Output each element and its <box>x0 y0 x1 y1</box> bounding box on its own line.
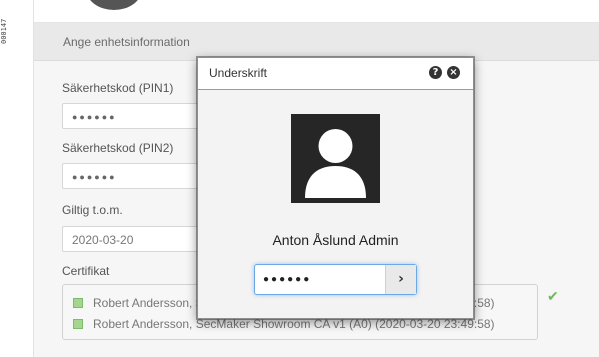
pin1-label: Säkerhetskod (PIN1) <box>62 81 174 95</box>
pin-input[interactable]: ●●●●●● <box>255 265 386 294</box>
close-icon[interactable]: × <box>447 66 460 79</box>
side-tab-label: 000147 <box>0 18 8 44</box>
certificate-label: Certifikat <box>62 264 110 278</box>
pin2-label: Säkerhetskod (PIN2) <box>62 141 174 155</box>
user-name: Anton Åslund Admin <box>272 232 399 248</box>
top-area <box>34 0 599 23</box>
signature-dialog: Underskrift ? × Anton Åslund Admin ●●●●●… <box>197 57 474 319</box>
dialog-header: Underskrift ? × <box>198 58 473 90</box>
submit-button[interactable]: › <box>385 265 416 294</box>
user-silhouette-icon <box>291 114 380 203</box>
left-margin: 000147 <box>0 0 34 357</box>
dialog-title: Underskrift <box>209 66 268 80</box>
certificate-checkbox[interactable] <box>73 297 83 308</box>
certificate-item[interactable]: Robert Andersson, SecMaker Showroom CA v… <box>73 317 495 331</box>
section-header: Ange enhetsinformation <box>34 23 599 61</box>
checkmark-icon: ✔ <box>547 288 559 304</box>
avatar <box>86 0 142 10</box>
section-title: Ange enhetsinformation <box>63 35 190 49</box>
valid-to-label: Giltig t.o.m. <box>62 203 123 217</box>
pin-entry: ●●●●●● › <box>254 264 417 295</box>
help-icon[interactable]: ? <box>429 66 442 79</box>
certificate-checkbox[interactable] <box>73 318 83 329</box>
dialog-body: Anton Åslund Admin ●●●●●● › <box>198 90 473 318</box>
